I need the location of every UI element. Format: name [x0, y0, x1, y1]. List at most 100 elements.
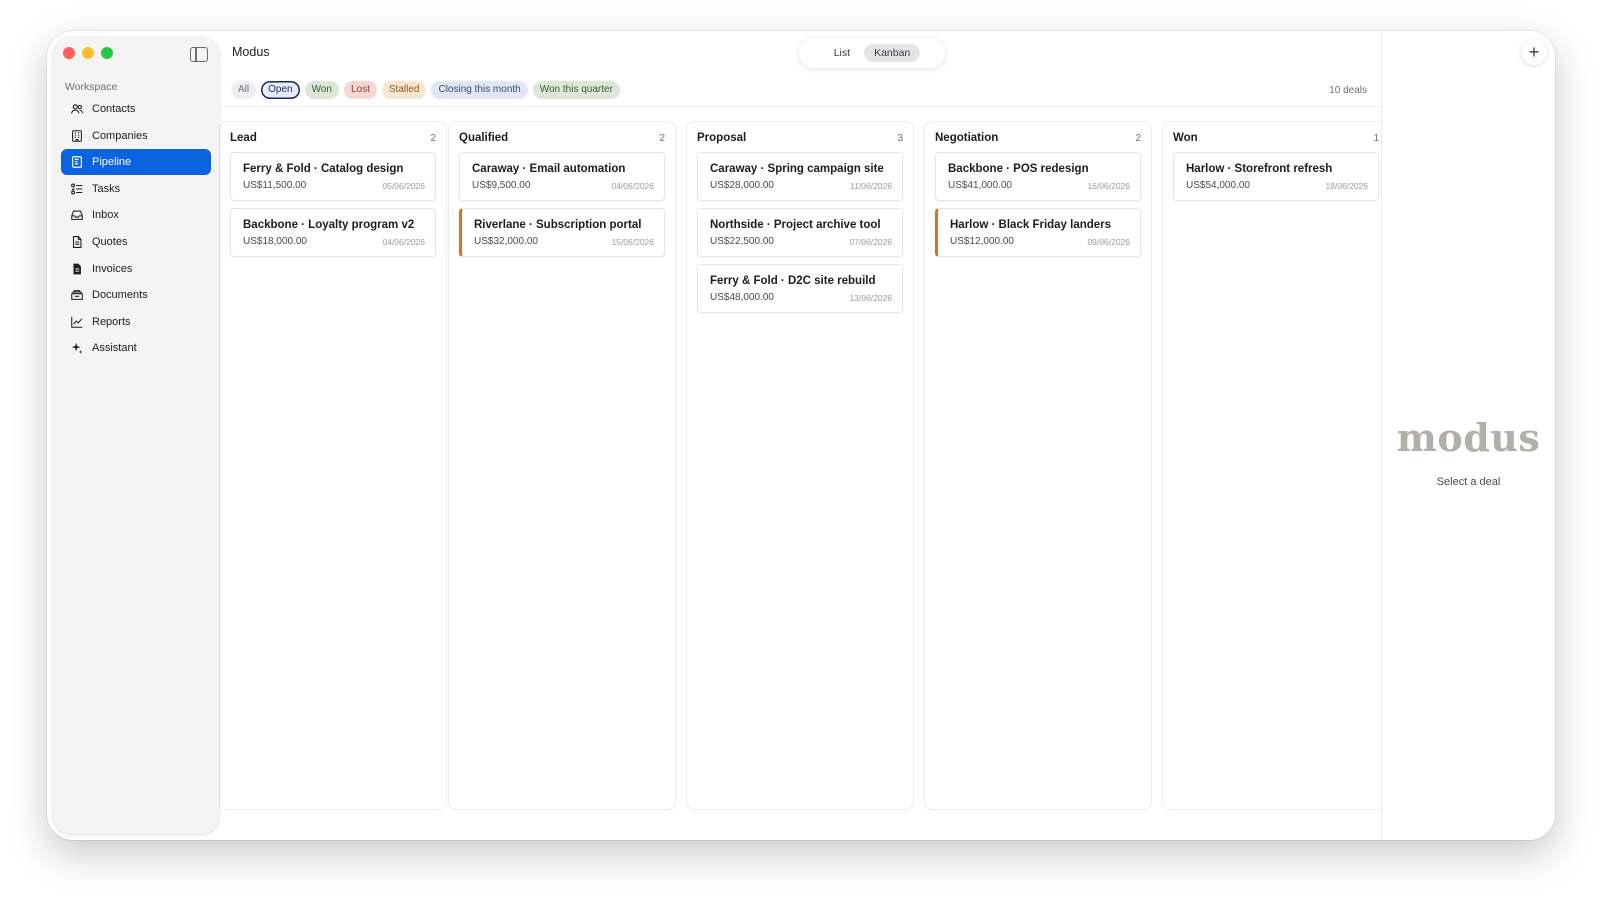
- column-count: 2: [659, 132, 665, 144]
- deal-amount: US$12,000.00: [950, 236, 1014, 247]
- tasks-icon: [69, 181, 85, 197]
- deal-date: 16/06/2026: [1087, 181, 1130, 191]
- deal-date: 05/06/2026: [382, 181, 425, 191]
- building-icon: [69, 128, 85, 144]
- deal-card[interactable]: Caraway · Spring campaign site US$28,000.…: [697, 152, 903, 201]
- deal-amount: US$28,000.00: [710, 180, 774, 191]
- sidebar-section-label: Workspace: [65, 81, 118, 93]
- deal-title: Riverlane · Subscription portal: [474, 219, 642, 231]
- main-area: Modus List Kanban All Open Won Lost Stalled C…: [219, 31, 1381, 840]
- filter-chip-open[interactable]: Open: [261, 81, 300, 99]
- column-title: Qualified: [459, 132, 509, 144]
- sidebar-item-assistant[interactable]: Assistant: [61, 335, 211, 361]
- filter-chip-stalled[interactable]: Stalled: [381, 81, 427, 99]
- sidebar-item-label: Contacts: [92, 103, 136, 115]
- deal-count: 10 deals: [1329, 85, 1367, 96]
- sidebar-item-label: Reports: [92, 315, 131, 328]
- deal-title: Ferry & Fold · D2C site rebuild: [710, 275, 876, 287]
- deal-amount: US$48,000.00: [710, 292, 774, 303]
- filter-chip-won-this-quarter[interactable]: Won this quarter: [532, 81, 620, 99]
- card-list: Harlow · Storefront refresh US$54,000.00 1…: [1173, 152, 1379, 208]
- sidebar-item-invoices[interactable]: Invoices: [61, 256, 211, 282]
- modus-logo: modus: [1396, 415, 1541, 460]
- sidebar-item-tasks[interactable]: Tasks: [61, 176, 211, 202]
- card-list: Ferry & Fold · Catalog design US$11,500.0…: [230, 152, 436, 264]
- deal-amount: US$54,000.00: [1186, 180, 1250, 191]
- kanban-column-qualified: Qualified 2 Caraway · Email automation US$9…: [448, 121, 676, 810]
- view-list-button[interactable]: List: [824, 44, 860, 62]
- card-list: Caraway · Email automation US$9,500.00 04/…: [459, 152, 665, 264]
- sidebar-item-contacts[interactable]: Contacts: [61, 96, 211, 122]
- deal-title: Backbone · POS redesign: [948, 163, 1089, 175]
- empty-state-message: Select a deal: [1436, 476, 1501, 488]
- deal-title: Northside · Project archive tool: [710, 219, 881, 231]
- deal-date: 09/06/2026: [1087, 237, 1130, 247]
- filter-chip-closing-this-month[interactable]: Closing this month: [431, 81, 528, 99]
- filter-chip-won[interactable]: Won: [304, 81, 339, 99]
- sidebar-item-documents[interactable]: Documents: [61, 282, 211, 308]
- filter-chip-lost[interactable]: Lost: [343, 81, 377, 99]
- column-count: 2: [430, 132, 436, 144]
- deal-title: Backbone · Loyalty program v2: [243, 219, 415, 231]
- kanban-column-negotiation: Negotiation 2 Backbone · POS redesign US$41…: [924, 121, 1152, 810]
- deal-card[interactable]: Harlow · Black Friday landers US$12,000.0…: [935, 208, 1141, 257]
- sidebar-item-reports[interactable]: Reports: [61, 309, 211, 335]
- view-toggle: List Kanban: [799, 38, 945, 68]
- plus-icon: +: [1528, 42, 1540, 62]
- deal-date: 13/06/2026: [849, 293, 892, 303]
- sidebar-item-quotes[interactable]: Quotes: [61, 229, 211, 255]
- sidebar-item-label: Quotes: [92, 235, 128, 248]
- column-count: 1: [1373, 132, 1379, 144]
- column-title: Won: [1173, 132, 1198, 144]
- sidebar-toggle-icon[interactable]: [190, 47, 208, 62]
- column-header: Lead 2: [230, 132, 436, 144]
- deal-card[interactable]: Ferry & Fold · Catalog design US$11,500.0…: [230, 152, 436, 201]
- documents-icon: [69, 287, 85, 303]
- column-count: 2: [1135, 132, 1141, 144]
- deal-amount: US$11,500.00: [243, 180, 307, 191]
- window-controls: [63, 47, 113, 59]
- sidebar: Workspace Contacts Companies Pipeline Tasks…: [53, 37, 219, 834]
- deal-title: Ferry & Fold · Catalog design: [243, 163, 404, 175]
- deal-card[interactable]: Ferry & Fold · D2C site rebuild US$48,000…: [697, 264, 903, 313]
- chart-line-icon: [69, 314, 85, 330]
- sidebar-item-label: Inbox: [92, 209, 119, 222]
- deal-card[interactable]: Backbone · Loyalty program v2 US$18,000.0…: [230, 208, 436, 257]
- zoom-window-button[interactable]: [101, 47, 113, 59]
- deal-card[interactable]: Harlow · Storefront refresh US$54,000.00 1…: [1173, 152, 1379, 201]
- quote-document-icon: [69, 234, 85, 250]
- deal-date: 04/06/2026: [611, 181, 654, 191]
- minimize-window-button[interactable]: [82, 47, 94, 59]
- deal-amount: US$9,500.00: [472, 180, 531, 191]
- deal-date: 11/06/2026: [850, 181, 892, 191]
- deal-amount: US$22,500.00: [710, 236, 774, 247]
- deal-card[interactable]: Backbone · POS redesign US$41,000.00 16/06…: [935, 152, 1141, 201]
- deal-card[interactable]: Northside · Project archive tool US$22,50…: [697, 208, 903, 257]
- deal-amount: US$41,000.00: [948, 180, 1012, 191]
- card-list: Caraway · Spring campaign site US$28,000.…: [697, 152, 903, 320]
- deal-card[interactable]: Riverlane · Subscription portal US$32,000…: [459, 208, 665, 257]
- deal-title: Caraway · Email automation: [472, 163, 626, 175]
- filter-chip-all[interactable]: All: [231, 81, 257, 99]
- sidebar-nav: Contacts Companies Pipeline Tasks Inbox Quote…: [61, 96, 211, 362]
- column-header: Qualified 2: [459, 132, 665, 144]
- sidebar-item-label: Assistant: [92, 342, 137, 355]
- sidebar-item-label: Pipeline: [92, 156, 132, 169]
- sidebar-item-label: Invoices: [92, 262, 133, 275]
- sidebar-item-pipeline[interactable]: Pipeline: [61, 149, 211, 176]
- sidebar-item-label: Tasks: [92, 182, 121, 195]
- deal-card[interactable]: Caraway · Email automation US$9,500.00 04/…: [459, 152, 665, 201]
- column-title: Proposal: [697, 132, 747, 144]
- sparkle-icon: [69, 340, 85, 356]
- sidebar-item-companies[interactable]: Companies: [61, 123, 211, 149]
- add-deal-button[interactable]: +: [1521, 39, 1547, 65]
- deal-title: Harlow · Black Friday landers: [950, 219, 1112, 231]
- deal-amount: US$18,000.00: [243, 236, 307, 247]
- column-header: Proposal 3: [697, 132, 903, 144]
- sidebar-item-inbox[interactable]: Inbox: [61, 202, 211, 228]
- kanban-column-lead: Lead 2 Ferry & Fold · Catalog design US$11,…: [219, 121, 447, 810]
- filter-bar: All Open Won Lost Stalled Closing this month W…: [231, 81, 620, 99]
- view-kanban-button[interactable]: Kanban: [864, 44, 921, 62]
- close-window-button[interactable]: [63, 47, 75, 59]
- deal-date: 18/06/2026: [1325, 181, 1368, 191]
